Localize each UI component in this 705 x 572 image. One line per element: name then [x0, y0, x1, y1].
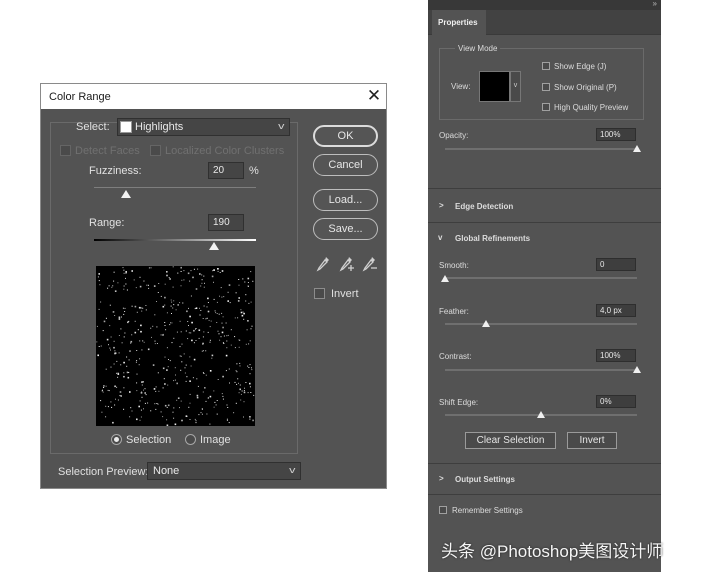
opacity-slider-track[interactable] [445, 148, 637, 150]
dialog-title-bar[interactable]: Color Range ✕ [41, 84, 386, 109]
range-label: Range: [89, 217, 125, 229]
selection-preview-image [96, 266, 255, 426]
clear-selection-button[interactable]: Clear Selection [465, 432, 556, 449]
detect-faces-checkbox[interactable] [60, 145, 71, 156]
panel-top-bar: » [428, 0, 661, 10]
highlights-swatch [120, 121, 132, 133]
smooth-slider-thumb[interactable] [441, 275, 449, 282]
opacity-slider-thumb[interactable] [633, 145, 641, 152]
image-radio[interactable] [185, 434, 196, 445]
divider [428, 222, 661, 223]
opacity-input[interactable]: 100% [596, 128, 636, 141]
selection-preview-dropdown[interactable]: None v [147, 462, 301, 480]
properties-panel: » Properties View Mode View: v Show Edge… [428, 0, 661, 572]
feather-label: Feather: [439, 307, 469, 316]
localized-clusters-label: Localized Color Clusters [165, 145, 285, 157]
chevron-down-icon[interactable]: v [510, 71, 521, 102]
chevron-down-icon: v [277, 121, 284, 131]
chevron-down-icon: v [288, 465, 295, 475]
show-edge-checkbox[interactable] [542, 62, 550, 70]
fuzziness-label: Fuzziness: [89, 165, 142, 177]
panel-tab-bar: Properties [428, 10, 661, 35]
shift-edge-slider-thumb[interactable] [537, 411, 545, 418]
high-quality-preview-checkbox[interactable] [542, 103, 550, 111]
ok-button[interactable]: OK [313, 125, 378, 147]
contrast-slider-track[interactable] [445, 369, 637, 371]
output-settings-header[interactable]: Output Settings [455, 475, 515, 484]
tab-properties[interactable]: Properties [432, 10, 486, 35]
selection-radio-label: Selection [126, 434, 172, 446]
select-dropdown[interactable]: Highlights v [117, 118, 290, 136]
selection-preview-value: None [153, 465, 180, 477]
collapse-arrows-icon[interactable]: » [653, 0, 657, 8]
watermark-text: 头条 @Photoshop美图设计师 [441, 542, 664, 561]
fuzziness-slider-thumb[interactable] [121, 190, 131, 198]
range-slider-thumb[interactable] [209, 242, 219, 250]
contrast-slider-thumb[interactable] [633, 366, 641, 373]
show-original-checkbox[interactable] [542, 83, 550, 91]
contrast-input[interactable]: 100% [596, 349, 636, 362]
dialog-title: Color Range [49, 91, 111, 103]
contrast-label: Contrast: [439, 352, 472, 361]
remember-settings-label: Remember Settings [452, 506, 523, 515]
select-value: Highlights [135, 121, 184, 133]
cancel-button[interactable]: Cancel [313, 154, 378, 176]
chevron-down-icon[interactable]: v [438, 233, 442, 242]
invert-button[interactable]: Invert [567, 432, 617, 449]
localized-clusters-checkbox[interactable] [150, 145, 161, 156]
edge-detection-header[interactable]: Edge Detection [455, 202, 513, 211]
eyedropper-icon[interactable] [316, 256, 330, 272]
save-button[interactable]: Save... [313, 218, 378, 240]
detect-faces-label: Detect Faces [75, 145, 140, 157]
divider [428, 188, 661, 189]
show-edge-label: Show Edge (J) [554, 62, 607, 71]
remember-settings-checkbox[interactable] [439, 506, 447, 514]
opacity-label: Opacity: [439, 131, 469, 140]
divider [428, 463, 661, 464]
show-original-label: Show Original (P) [554, 83, 617, 92]
shift-edge-input[interactable]: 0% [596, 395, 636, 408]
shift-edge-label: Shift Edge: [439, 398, 479, 407]
close-icon[interactable]: ✕ [363, 85, 385, 107]
chevron-right-icon[interactable]: > [439, 474, 444, 483]
range-gradient-track[interactable] [94, 239, 256, 241]
fuzziness-slider-track[interactable] [94, 187, 256, 188]
smooth-label: Smooth: [439, 261, 469, 270]
invert-label: Invert [331, 288, 359, 300]
fuzziness-unit: % [249, 165, 259, 177]
view-label: View: [451, 82, 471, 91]
divider [428, 494, 661, 495]
invert-checkbox[interactable] [314, 288, 325, 299]
select-label: Select: [76, 121, 110, 133]
smooth-slider-track[interactable] [445, 277, 637, 279]
selection-preview-label: Selection Preview: [58, 466, 149, 478]
global-refinements-header[interactable]: Global Refinements [455, 234, 530, 243]
feather-slider-thumb[interactable] [482, 320, 490, 327]
selection-radio[interactable] [111, 434, 122, 445]
range-input[interactable]: 190 [208, 214, 244, 231]
feather-slider-track[interactable] [445, 323, 637, 325]
high-quality-preview-label: High Quality Preview [554, 103, 629, 112]
color-range-dialog: Color Range ✕ Select: Highlights v Detec… [40, 83, 387, 489]
smooth-input[interactable]: 0 [596, 258, 636, 271]
load-button[interactable]: Load... [313, 189, 378, 211]
view-mode-label: View Mode [455, 44, 501, 53]
fuzziness-input[interactable]: 20 [208, 162, 244, 179]
preview-noise [96, 266, 255, 426]
feather-input[interactable]: 4,0 px [596, 304, 636, 317]
chevron-right-icon[interactable]: > [439, 201, 444, 210]
image-radio-label: Image [200, 434, 231, 446]
eyedropper-minus-icon[interactable] [362, 256, 378, 272]
eyedropper-plus-icon[interactable] [339, 256, 355, 272]
view-mode-thumbnail[interactable] [479, 71, 510, 102]
